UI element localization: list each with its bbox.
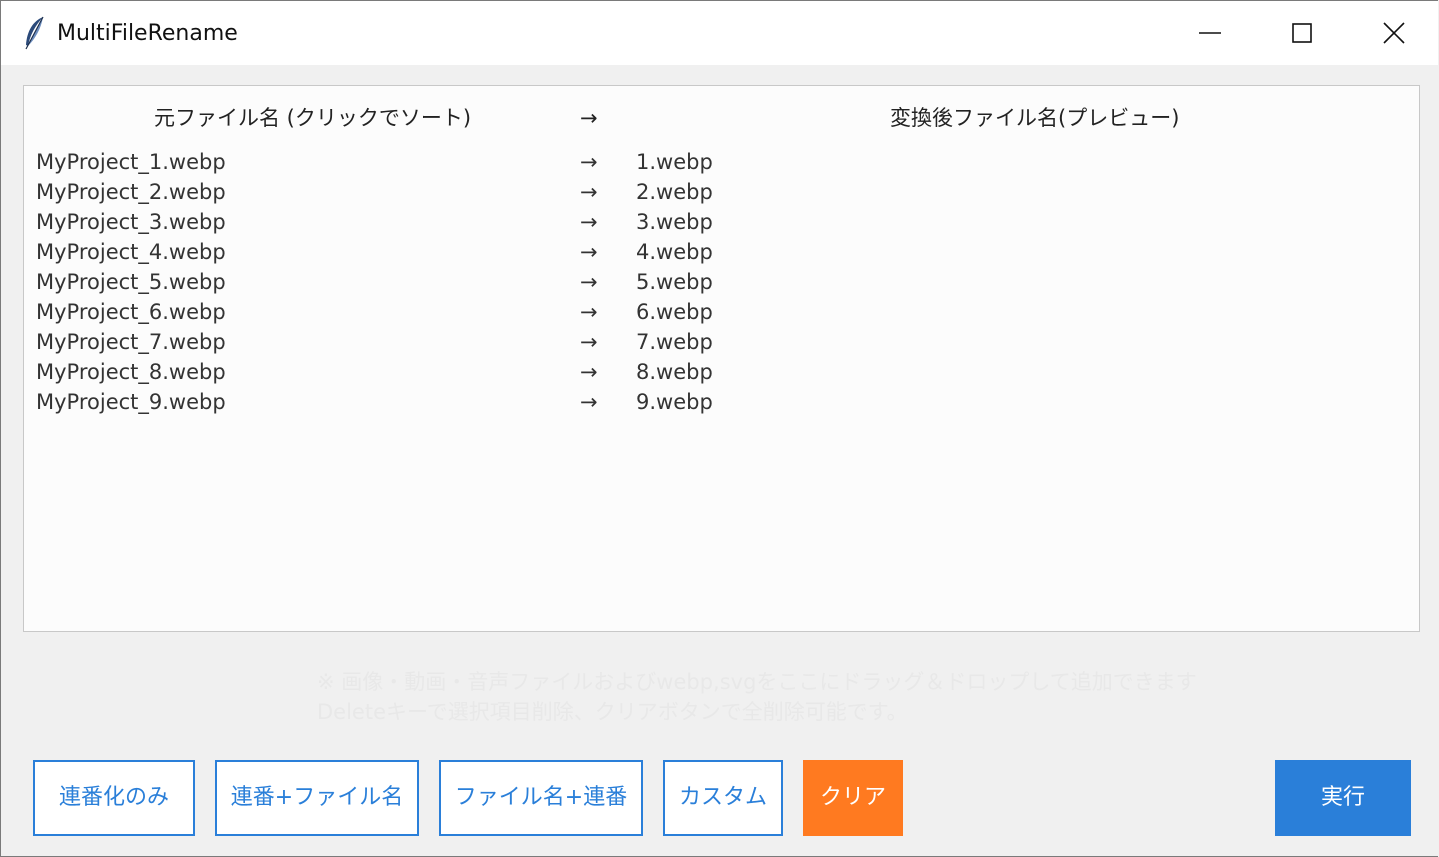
- minimize-icon: [1199, 32, 1221, 34]
- file-row[interactable]: MyProject_9.webp → 9.webp: [24, 387, 1419, 417]
- source-filename: MyProject_7.webp: [36, 330, 226, 354]
- source-filename: MyProject_4.webp: [36, 240, 226, 264]
- arrow: →: [580, 180, 598, 204]
- target-filename: 9.webp: [636, 390, 713, 414]
- file-row[interactable]: MyProject_1.webp → 1.webp: [24, 147, 1419, 177]
- source-filename: MyProject_6.webp: [36, 300, 226, 324]
- custom-button[interactable]: カスタム: [663, 760, 783, 836]
- target-filename: 4.webp: [636, 240, 713, 264]
- column-header-source[interactable]: 元ファイル名 (クリックでソート): [154, 104, 471, 132]
- file-row[interactable]: MyProject_2.webp → 2.webp: [24, 177, 1419, 207]
- run-button[interactable]: 実行: [1275, 760, 1411, 836]
- source-filename: MyProject_5.webp: [36, 270, 226, 294]
- sequence-plus-filename-button[interactable]: 連番+ファイル名: [215, 760, 419, 836]
- arrow: →: [580, 360, 598, 384]
- app-window: MultiFileRename 元ファイル名 (クリックでソート) → 変換後フ…: [0, 0, 1438, 857]
- file-row[interactable]: MyProject_4.webp → 4.webp: [24, 237, 1419, 267]
- arrow: →: [580, 330, 598, 354]
- file-row[interactable]: MyProject_7.webp → 7.webp: [24, 327, 1419, 357]
- file-list[interactable]: 元ファイル名 (クリックでソート) → 変換後ファイル名(プレビュー) MyPr…: [23, 85, 1420, 632]
- target-filename: 5.webp: [636, 270, 713, 294]
- drop-hint: ※ 画像・動画・音声ファイルおよびwebp,svgをここにドラッグ＆ドロップして…: [317, 667, 1197, 727]
- sequence-only-button[interactable]: 連番化のみ: [33, 760, 195, 836]
- feather-icon: [25, 16, 44, 50]
- source-filename: MyProject_9.webp: [36, 390, 226, 414]
- source-filename: MyProject_1.webp: [36, 150, 226, 174]
- arrow: →: [580, 300, 598, 324]
- target-filename: 7.webp: [636, 330, 713, 354]
- column-header-target: 変換後ファイル名(プレビュー): [890, 106, 1180, 130]
- source-filename: MyProject_2.webp: [36, 180, 226, 204]
- target-filename: 1.webp: [636, 150, 713, 174]
- target-filename: 8.webp: [636, 360, 713, 384]
- file-row[interactable]: MyProject_3.webp → 3.webp: [24, 207, 1419, 237]
- maximize-icon: [1292, 23, 1312, 43]
- close-button[interactable]: [1348, 1, 1439, 65]
- window-title: MultiFileRename: [57, 21, 238, 46]
- arrow: →: [580, 240, 598, 264]
- column-header-arrow: →: [580, 106, 598, 130]
- source-filename: MyProject_8.webp: [36, 360, 226, 384]
- file-row[interactable]: MyProject_6.webp → 6.webp: [24, 297, 1419, 327]
- arrow: →: [580, 150, 598, 174]
- target-filename: 3.webp: [636, 210, 713, 234]
- close-icon: [1383, 22, 1405, 44]
- drop-hint-line-1: ※ 画像・動画・音声ファイルおよびwebp,svgをここにドラッグ＆ドロップして…: [317, 670, 1197, 694]
- clear-button[interactable]: クリア: [803, 760, 903, 836]
- file-row[interactable]: MyProject_5.webp → 5.webp: [24, 267, 1419, 297]
- arrow: →: [580, 270, 598, 294]
- drop-hint-line-2: Deleteキーで選択項目削除、クリアボタンで全削除可能です。: [317, 700, 908, 724]
- source-filename: MyProject_3.webp: [36, 210, 226, 234]
- target-filename: 2.webp: [636, 180, 713, 204]
- title-bar[interactable]: MultiFileRename: [1, 1, 1438, 65]
- target-filename: 6.webp: [636, 300, 713, 324]
- arrow: →: [580, 390, 598, 414]
- file-row[interactable]: MyProject_8.webp → 8.webp: [24, 357, 1419, 387]
- maximize-button[interactable]: [1256, 1, 1348, 65]
- filename-plus-sequence-button[interactable]: ファイル名+連番: [439, 760, 643, 836]
- arrow: →: [580, 210, 598, 234]
- minimize-button[interactable]: [1164, 1, 1256, 65]
